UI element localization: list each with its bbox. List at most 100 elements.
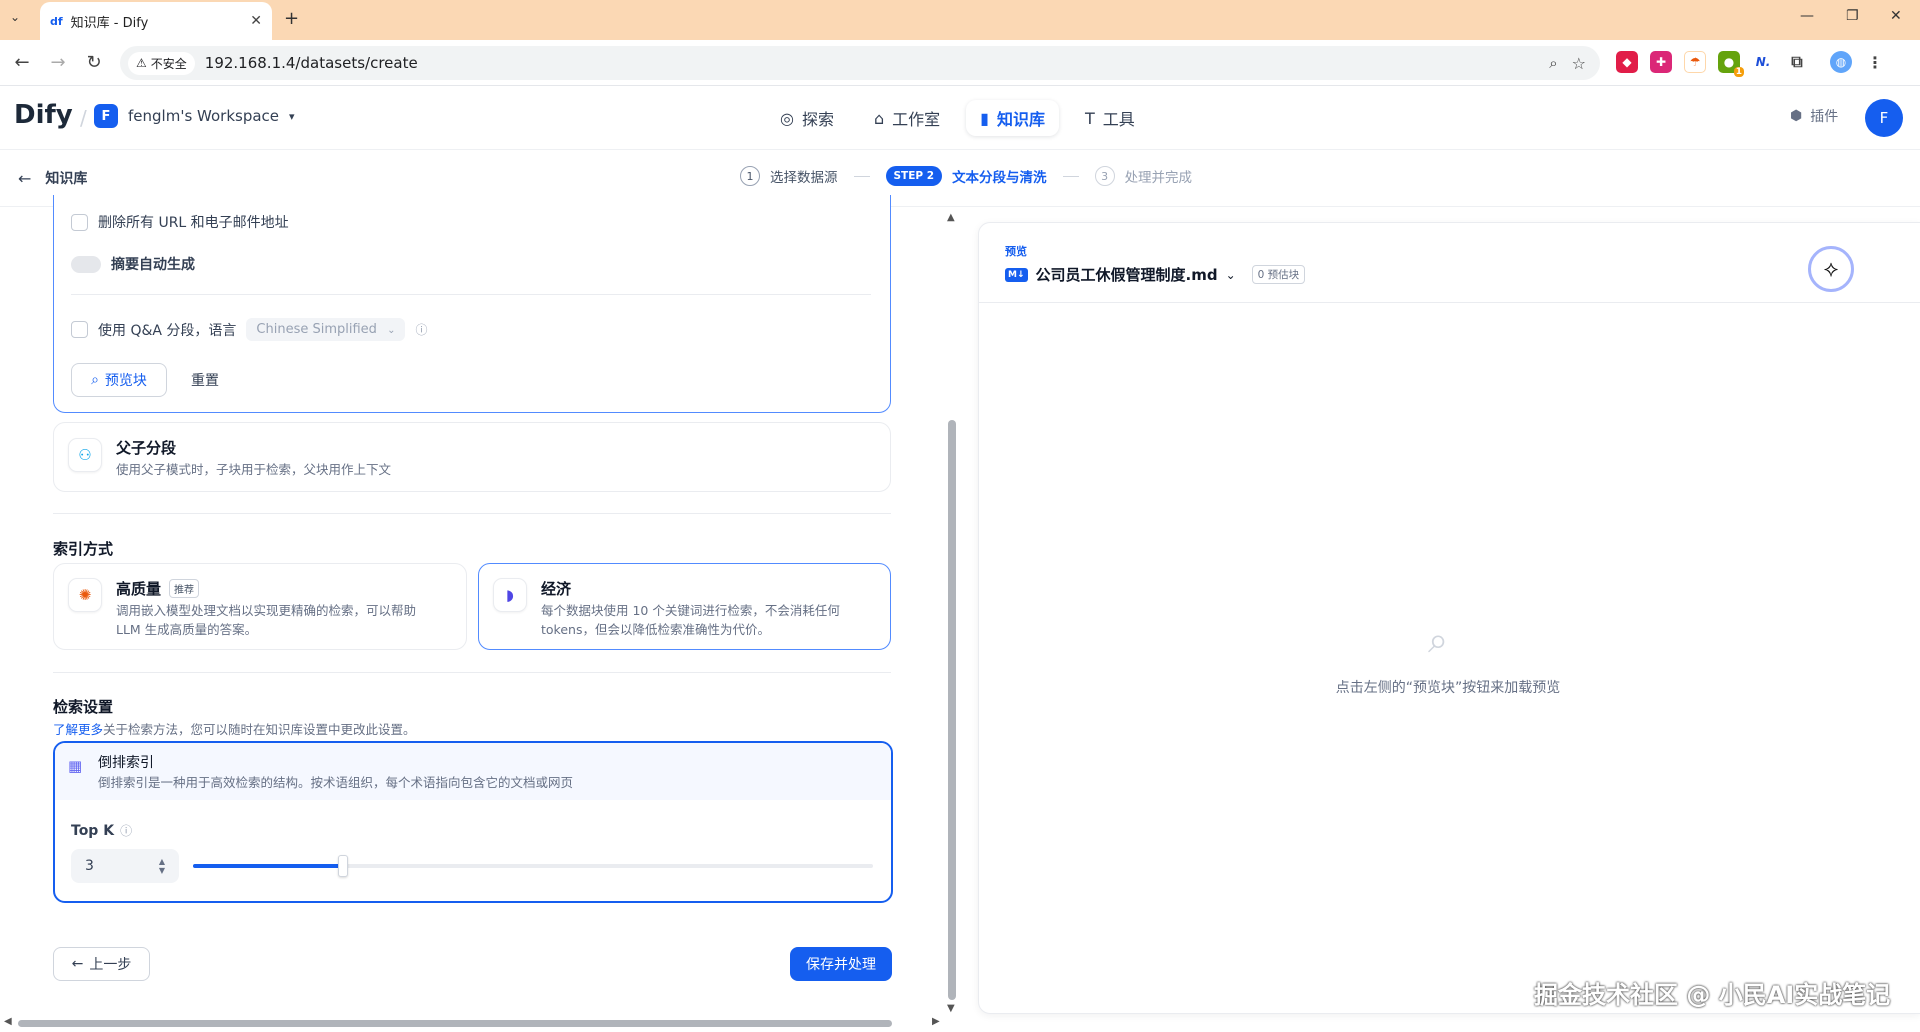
topk-number-input[interactable]: 3 ▲ ▼: [71, 849, 179, 883]
scroll-up-arrow-icon[interactable]: ▲: [947, 212, 955, 223]
close-tab-icon[interactable]: ✕: [250, 13, 262, 29]
profile-avatar-icon[interactable]: ◍: [1830, 51, 1852, 73]
qa-checkbox[interactable]: [71, 321, 88, 338]
puzzle-pink-extension-icon[interactable]: ✚: [1650, 51, 1672, 73]
nav-explore[interactable]: ◎ 探索: [766, 100, 848, 136]
preview-button-label: 预览块: [104, 373, 147, 389]
plugins-label: 插件: [1810, 109, 1839, 125]
high-quality-title: 高质量: [116, 580, 162, 598]
retrieval-heading: 检索设置: [53, 698, 114, 716]
topk-label: Top K: [71, 822, 115, 839]
reset-button[interactable]: 重置: [180, 363, 230, 397]
search-preview-icon: ⌕: [91, 372, 99, 388]
scroll-down-arrow-icon[interactable]: ▼: [947, 1003, 955, 1014]
restore-window-icon[interactable]: ❐: [1846, 8, 1859, 24]
bookmark-star-icon[interactable]: ☆: [1572, 54, 1586, 73]
browser-menu-kebab-icon[interactable]: ⋮: [1864, 51, 1886, 73]
plugins-button[interactable]: ⬢ 插件: [1790, 106, 1838, 126]
reload-icon[interactable]: ↻: [80, 49, 108, 77]
chevron-down-icon: ▾: [289, 109, 295, 123]
tab-title: 知识库 - Dify: [70, 15, 149, 31]
nav-knowledge-label: 知识库: [996, 110, 1045, 129]
green-extension-icon[interactable]: ● 1: [1718, 51, 1744, 77]
search-empty-icon: ⌕: [1428, 620, 1449, 661]
learn-more-link[interactable]: 了解更多: [53, 722, 103, 737]
qa-option[interactable]: 使用 Q&A 分段，语言 Chinese Simplified ⌄ ⓘ: [71, 318, 427, 341]
nav-tools[interactable]: T 工具: [1071, 100, 1149, 136]
auto-summary-option[interactable]: 摘要自动生成: [71, 254, 195, 274]
auto-summary-toggle[interactable]: [71, 255, 101, 273]
preview-file-selector[interactable]: M↓ 公司员工休假管理制度.md ⌄ 0 预估块: [1005, 264, 1306, 285]
back-arrow-icon[interactable]: ←: [8, 49, 36, 77]
extensions-puzzle-icon[interactable]: ⧉: [1786, 51, 1808, 73]
dify-favicon-icon: df: [50, 14, 63, 28]
grid-icon: ▦: [68, 757, 83, 775]
browser-tab[interactable]: df 知识库 - Dify ✕: [40, 2, 272, 40]
parent-child-icon: ⚇: [68, 438, 102, 472]
remove-urls-checkbox[interactable]: [71, 213, 88, 231]
arrow-left-icon: ←: [71, 956, 84, 972]
piggy-bank-icon: ◗: [493, 578, 527, 612]
high-quality-desc-line1: 调用嵌入模型处理文档以实现更精确的检索，可以帮助: [116, 603, 417, 618]
remove-urls-option[interactable]: 删除所有 URL 和电子邮件地址: [71, 212, 289, 232]
user-avatar[interactable]: F: [1865, 99, 1903, 137]
preview-panel: [978, 222, 1920, 1014]
help-circle-icon[interactable]: ⓘ: [415, 321, 427, 338]
preview-empty-text: 点击左侧的“预览块”按钮来加载预览: [1335, 680, 1561, 696]
chevron-down-icon: ⌄: [387, 325, 396, 336]
divider: [53, 513, 891, 514]
workspace-name: fenglm's Workspace: [128, 107, 280, 125]
preview-label: 预览: [1005, 245, 1027, 258]
parent-child-chunk-card[interactable]: [53, 422, 891, 492]
hammer-icon: T: [1084, 108, 1095, 128]
browser-tabbar: ⌄ df 知识库 - Dify ✕ + — ❐ ✕: [0, 0, 1920, 40]
back-to-knowledge[interactable]: ← 知识库: [18, 168, 87, 188]
preview-chunks-button[interactable]: ⌕ 预览块: [71, 363, 167, 397]
vertical-scrollbar-thumb[interactable]: [948, 420, 956, 1000]
zoom-magnifier-icon[interactable]: ⌕: [1549, 54, 1557, 72]
scroll-left-arrow-icon[interactable]: ◀: [4, 1016, 12, 1027]
close-window-icon[interactable]: ✕: [1890, 8, 1902, 24]
nav-knowledge[interactable]: ▮ 知识库: [966, 100, 1059, 136]
economy-desc-line1: 每个数据块使用 10 个关键词进行检索，不会消耗任何: [541, 603, 840, 618]
horizontal-scrollbar-thumb[interactable]: [18, 1020, 892, 1027]
forward-arrow-icon[interactable]: →: [44, 49, 72, 77]
address-bar[interactable]: ⚠ 不安全 192.168.1.4/datasets/create ⌕ ☆: [120, 46, 1600, 80]
qa-language-select[interactable]: Chinese Simplified ⌄: [246, 318, 406, 341]
tab-list-chevron-icon[interactable]: ⌄: [10, 10, 20, 24]
divider: [71, 294, 871, 295]
extensions-area: ◆ ✚ ☂ ● 1 N. ⧉ ◍ ⋮: [1616, 51, 1886, 77]
assistant-floating-icon[interactable]: ⟡: [1808, 246, 1854, 292]
nav-studio[interactable]: ⌂ 工作室: [860, 100, 954, 136]
topk-slider-track[interactable]: [193, 855, 873, 877]
topk-slider-thumb[interactable]: [338, 855, 348, 877]
minimize-window-icon[interactable]: —: [1800, 8, 1814, 24]
nv-extension-icon[interactable]: N.: [1752, 51, 1774, 73]
save-and-process-button[interactable]: 保存并处理: [790, 947, 892, 981]
help-circle-icon[interactable]: ⓘ: [120, 822, 132, 839]
insecure-chip[interactable]: ⚠ 不安全: [128, 51, 195, 75]
retrieval-desc-row: 了解更多关于检索方法，您可以随时在知识库设置中更改此设置。: [53, 719, 416, 738]
dify-logo[interactable]: Dify: [14, 100, 73, 130]
shield-extension-icon[interactable]: ◆: [1616, 51, 1638, 73]
prev-button-label: 上一步: [89, 957, 132, 973]
stepper-arrows-icon[interactable]: ▲ ▼: [159, 857, 165, 875]
previous-step-button[interactable]: ← 上一步: [53, 947, 150, 981]
high-quality-title-row: 高质量 推荐: [116, 578, 200, 599]
warning-triangle-icon: ⚠: [136, 56, 147, 70]
app-header: Dify / F fenglm's Workspace ▾ ◎ 探索 ⌂ 工作室 ▮…: [0, 86, 1920, 150]
stepper: 1 选择数据源 STEP 2 文本分段与清洗 3 处理并完成: [740, 166, 1192, 186]
workspace-switcher[interactable]: F fenglm's Workspace ▾: [94, 104, 295, 128]
scroll-right-arrow-icon[interactable]: ▶: [932, 1016, 940, 1027]
parent-child-desc: 使用父子模式时，子块用于检索，父块用作上下文: [116, 462, 392, 477]
new-tab-plus-icon[interactable]: +: [284, 8, 299, 29]
umbrella-extension-icon[interactable]: ☂: [1684, 51, 1706, 73]
step-divider: [1062, 175, 1079, 177]
nav-studio-label: 工作室: [892, 110, 941, 129]
plugin-cube-icon: ⬢: [1790, 108, 1803, 124]
nav-explore-label: 探索: [801, 110, 834, 129]
parent-child-title: 父子分段: [116, 439, 177, 457]
step2-label: 文本分段与清洗: [952, 170, 1047, 186]
step-divider: [853, 175, 870, 177]
nav-tools-label: 工具: [1102, 110, 1135, 129]
